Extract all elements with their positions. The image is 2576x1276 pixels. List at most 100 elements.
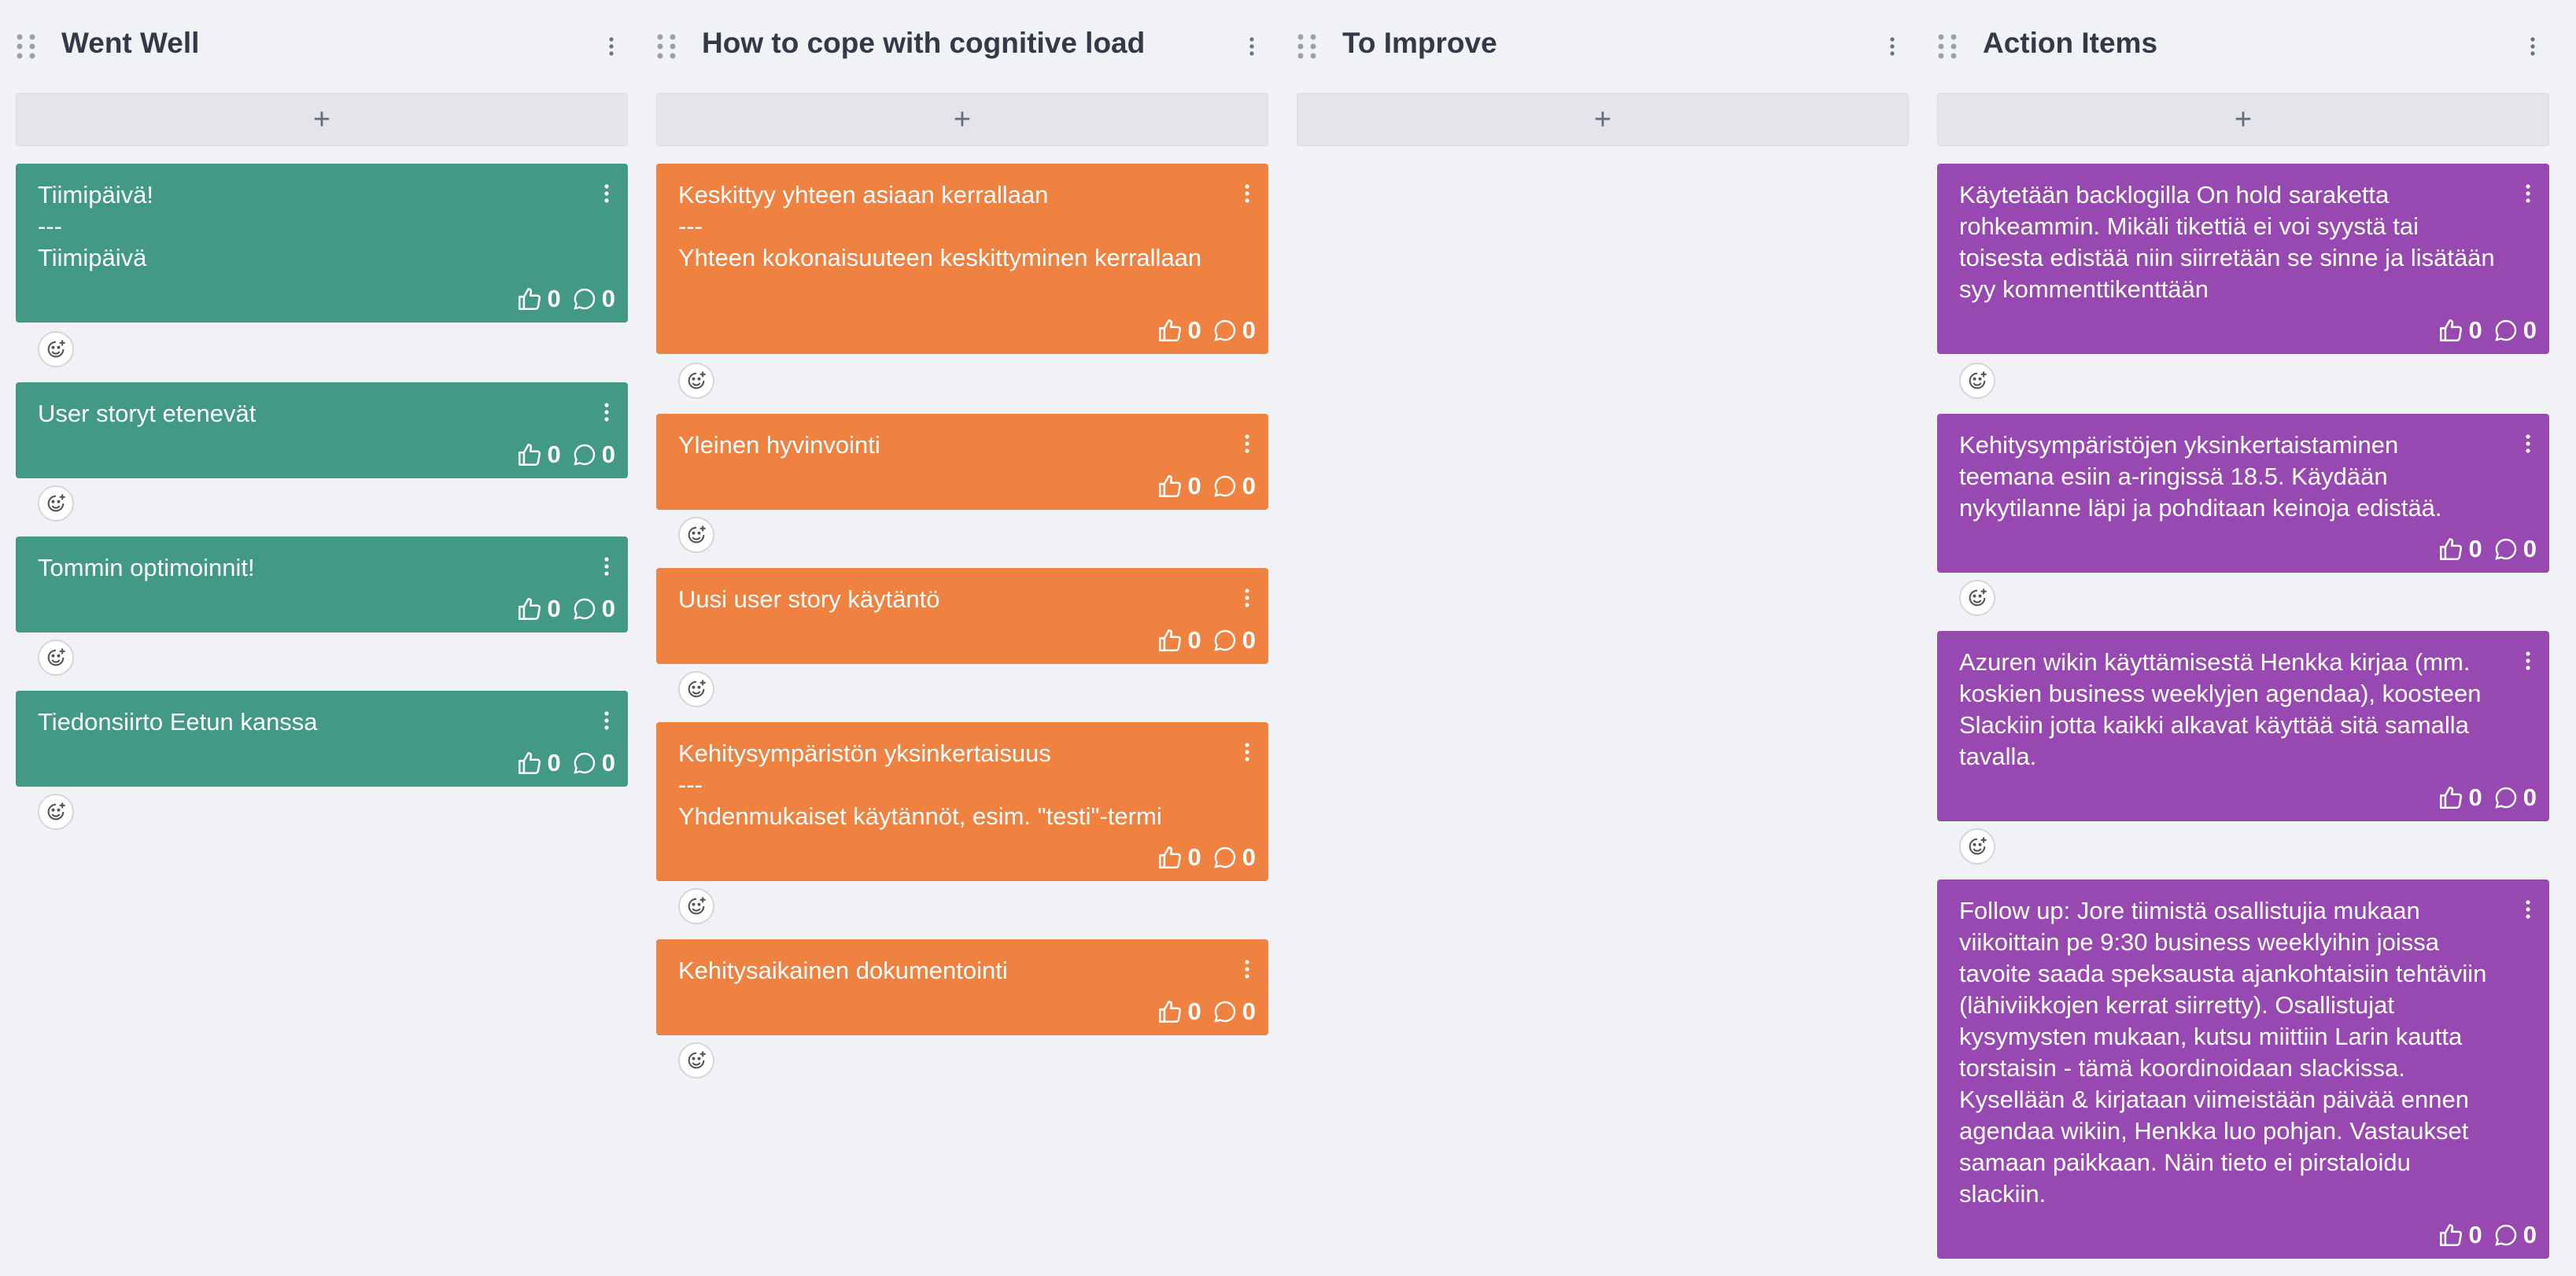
card[interactable]: Keskittyy yhteen asiaan kerrallaan --- Y…	[656, 164, 1268, 354]
card[interactable]: Yleinen hyvinvointi 0 0	[656, 414, 1268, 510]
plus-icon: +	[1593, 103, 1612, 136]
thumbs-up-icon[interactable]	[2438, 784, 2464, 811]
column-header: To Improve	[1297, 0, 1909, 93]
comment-count: 0	[601, 749, 615, 776]
card[interactable]: User storyt etenevät 0 0	[16, 382, 628, 478]
column-went-well: Went Well + Tiimipäivä! --- Tiimipäivä 0…	[16, 0, 628, 830]
card[interactable]: Uusi user story käytäntö 0 0	[656, 568, 1268, 664]
comment-icon[interactable]	[1212, 474, 1238, 499]
add-reaction-icon[interactable]	[1959, 828, 1995, 865]
comment-icon[interactable]	[2493, 318, 2519, 343]
card[interactable]: Kehitysaikainen dokumentointi 0 0	[656, 939, 1268, 1035]
retro-board: Went Well + Tiimipäivä! --- Tiimipäivä 0…	[0, 0, 2576, 1276]
add-card-button[interactable]: +	[656, 93, 1268, 146]
card-menu-icon[interactable]	[603, 400, 611, 422]
card[interactable]: Tommin optimoinnit! 0 0	[16, 537, 628, 632]
comment-icon[interactable]	[572, 286, 597, 312]
add-reaction-icon[interactable]	[1959, 363, 1995, 399]
comment-icon[interactable]	[572, 442, 597, 467]
thumbs-up-icon[interactable]	[1157, 844, 1183, 871]
comment-count: 0	[1242, 843, 1256, 871]
comment-icon[interactable]	[2493, 785, 2519, 810]
card-menu-icon[interactable]	[1243, 739, 1251, 762]
card[interactable]: Kehitysympäristön yksinkertaisuus --- Yh…	[656, 722, 1268, 881]
drag-handle-icon[interactable]	[1297, 33, 1319, 60]
thumbs-up-icon[interactable]	[516, 596, 543, 622]
comment-icon[interactable]	[1212, 628, 1238, 653]
comment-count: 0	[601, 595, 615, 622]
column-header: Action Items	[1937, 0, 2549, 93]
card-footer: 0 0	[516, 283, 615, 315]
card-menu-icon[interactable]	[1243, 957, 1251, 979]
add-reaction-icon[interactable]	[678, 517, 714, 553]
drag-handle-icon[interactable]	[656, 33, 678, 60]
thumbs-up-icon[interactable]	[2438, 317, 2464, 344]
card-menu-icon[interactable]	[1243, 585, 1251, 607]
like-count: 0	[547, 441, 561, 468]
thumbs-up-icon[interactable]	[1157, 473, 1183, 500]
column-menu-icon[interactable]	[606, 35, 617, 58]
card[interactable]: Käytetään backlogilla On hold saraketta …	[1937, 164, 2549, 354]
add-reaction-icon[interactable]	[678, 1042, 714, 1079]
add-card-button[interactable]: +	[16, 93, 628, 146]
comment-icon[interactable]	[2493, 1223, 2519, 1248]
drag-handle-icon[interactable]	[1937, 33, 1959, 60]
thumbs-up-icon[interactable]	[1157, 627, 1183, 654]
card-menu-icon[interactable]	[603, 554, 611, 576]
add-reaction-icon[interactable]	[678, 671, 714, 707]
comment-icon[interactable]	[1212, 845, 1238, 870]
thumbs-up-icon[interactable]	[516, 441, 543, 468]
card-menu-icon[interactable]	[2524, 648, 2532, 670]
comment-count: 0	[2522, 1221, 2537, 1248]
comment-icon[interactable]	[1212, 318, 1238, 343]
thumbs-up-icon[interactable]	[2438, 1222, 2464, 1248]
comment-icon[interactable]	[2493, 537, 2519, 562]
plus-icon: +	[312, 103, 331, 136]
add-reaction-icon[interactable]	[38, 794, 74, 830]
thumbs-up-icon[interactable]	[1157, 998, 1183, 1025]
plus-icon: +	[2234, 103, 2253, 136]
add-card-button[interactable]: +	[1937, 93, 2549, 146]
column-to-improve: To Improve +	[1297, 0, 1909, 146]
card-menu-icon[interactable]	[2524, 897, 2532, 919]
card[interactable]: Azuren wikin käyttämisestä Henkka kirjaa…	[1937, 631, 2549, 821]
comment-count: 0	[2522, 784, 2537, 811]
drag-handle-icon[interactable]	[16, 33, 38, 60]
thumbs-up-icon[interactable]	[2438, 536, 2464, 562]
card-menu-icon[interactable]	[2524, 431, 2532, 453]
add-reaction-icon[interactable]	[678, 888, 714, 924]
comment-icon[interactable]	[572, 596, 597, 621]
add-reaction-icon[interactable]	[1959, 580, 1995, 616]
add-reaction-icon[interactable]	[678, 363, 714, 399]
column-title: To Improve	[1342, 27, 1497, 59]
thumbs-up-icon[interactable]	[516, 286, 543, 312]
comment-count: 0	[601, 441, 615, 468]
card[interactable]: Tiimipäivä! --- Tiimipäivä 0 0	[16, 164, 628, 323]
card-menu-icon[interactable]	[603, 181, 611, 203]
comment-icon[interactable]	[572, 750, 597, 776]
add-reaction-icon[interactable]	[38, 640, 74, 676]
card-menu-icon[interactable]	[603, 708, 611, 730]
card-footer: 0 0	[1157, 996, 1256, 1027]
add-reaction-icon[interactable]	[38, 485, 74, 522]
card-menu-icon[interactable]	[2524, 181, 2532, 203]
card-menu-icon[interactable]	[1243, 181, 1251, 203]
card-footer: 0 0	[1157, 470, 1256, 502]
card-text: Kehitysympäristöjen yksinkertaistaminen …	[1959, 431, 2442, 522]
thumbs-up-icon[interactable]	[516, 750, 543, 776]
card[interactable]: Tiedonsiirto Eetun kanssa 0 0	[16, 691, 628, 787]
card[interactable]: Kehitysympäristöjen yksinkertaistaminen …	[1937, 414, 2549, 573]
column-menu-icon[interactable]	[2527, 35, 2538, 58]
thumbs-up-icon[interactable]	[1157, 317, 1183, 344]
comment-icon[interactable]	[1212, 999, 1238, 1024]
column-menu-icon[interactable]	[1887, 35, 1898, 58]
column-title: Went Well	[61, 27, 200, 59]
card-text: Keskittyy yhteen asiaan kerrallaan --- Y…	[678, 181, 1202, 271]
column-menu-icon[interactable]	[1246, 35, 1257, 58]
card-footer: 0 0	[2438, 1219, 2537, 1251]
like-count: 0	[547, 749, 561, 776]
add-reaction-icon[interactable]	[38, 331, 74, 367]
add-card-button[interactable]: +	[1297, 93, 1909, 146]
card-menu-icon[interactable]	[1243, 431, 1251, 453]
card[interactable]: Follow up: Jore tiimistä osallistujia mu…	[1937, 880, 2549, 1259]
